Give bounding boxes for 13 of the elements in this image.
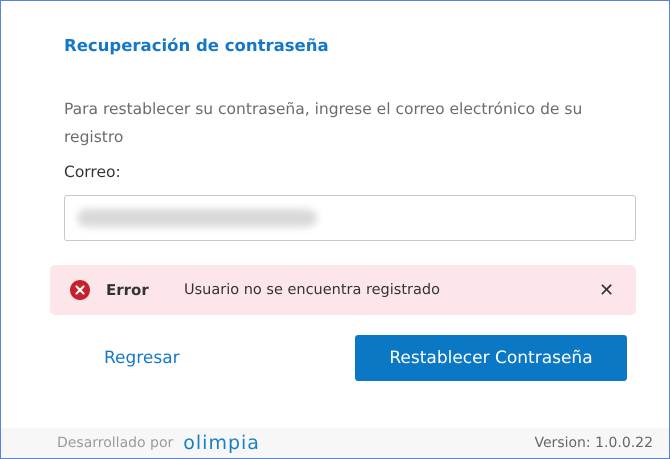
- back-link[interactable]: Regresar: [100, 340, 184, 376]
- error-icon: [70, 280, 90, 300]
- dialog-title: Recuperación de contraseña: [64, 36, 330, 55]
- brand-logo: olimpia: [183, 432, 260, 454]
- email-field[interactable]: [64, 195, 636, 241]
- version-text: Version: 1.0.0.22: [534, 435, 653, 451]
- close-button[interactable]: ✕: [595, 279, 618, 301]
- alert-message: Usuario no se encuentra registrado: [184, 282, 441, 298]
- field-label: Correo:: [64, 163, 122, 181]
- instructions-text: Para restablecer su contraseña, ingrese el correo electrónico de su registro: [64, 99, 584, 148]
- credit-text: Desarrollado por: [57, 435, 174, 451]
- alert-title: Error: [106, 281, 150, 299]
- reset-password-button[interactable]: Restablecer Contraseña: [355, 335, 627, 381]
